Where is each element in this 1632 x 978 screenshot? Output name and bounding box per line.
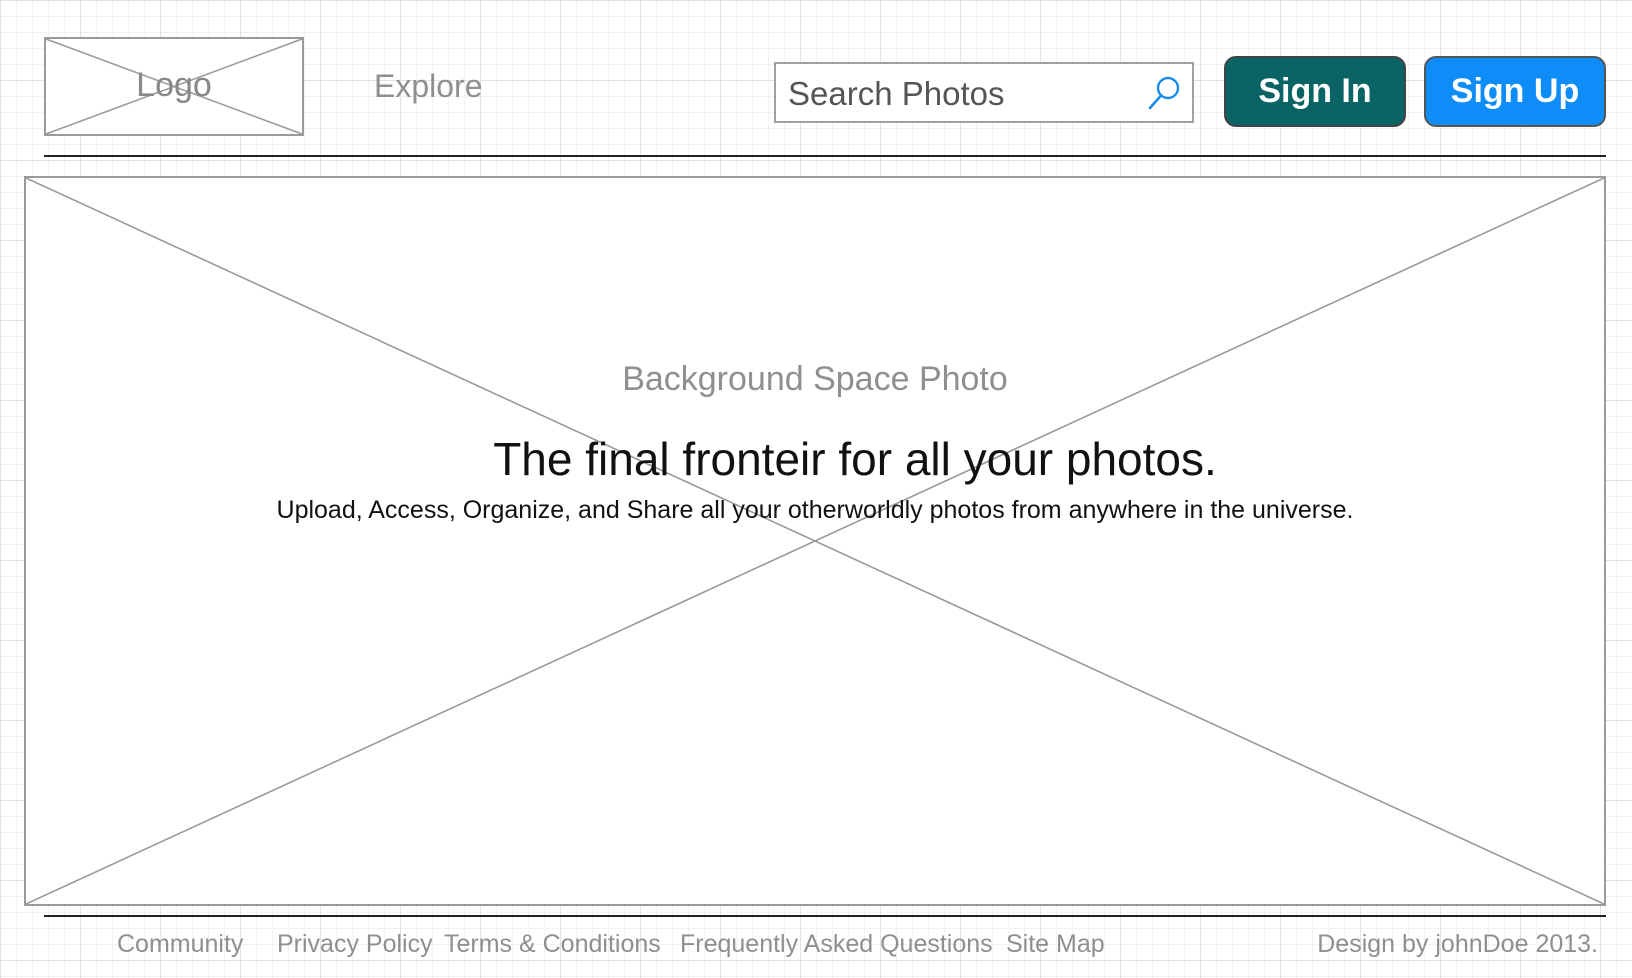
search-input[interactable]	[786, 70, 1145, 117]
footer-link-faq[interactable]: Frequently Asked Questions	[680, 930, 993, 959]
hero-image-placeholder: Background Space Photo The final frontei…	[24, 176, 1606, 906]
footer-link-site-map[interactable]: Site Map	[1006, 930, 1105, 959]
footer-link-terms[interactable]: Terms & Conditions	[444, 930, 661, 959]
hero-background-label: Background Space Photo	[622, 360, 1008, 398]
sign-up-button[interactable]: Sign Up	[1424, 56, 1606, 127]
logo-text: Logo	[136, 65, 212, 104]
nav-explore-link[interactable]: Explore	[374, 68, 483, 105]
footer-link-community[interactable]: Community	[117, 930, 243, 959]
search-box	[774, 62, 1194, 123]
header-divider	[44, 155, 1606, 157]
footer-link-privacy-policy[interactable]: Privacy Policy	[277, 930, 433, 959]
search-icon[interactable]	[1144, 73, 1184, 113]
footer-credit: Design by johnDoe 2013.	[1317, 930, 1598, 958]
placeholder-x-icon	[26, 178, 1604, 904]
hero-title: The final fronteir for all your photos.	[493, 433, 1217, 485]
hero-subtitle: Upload, Access, Organize, and Share all …	[276, 496, 1354, 524]
logo-placeholder[interactable]: Logo	[44, 37, 304, 136]
sign-in-button[interactable]: Sign In	[1224, 56, 1406, 127]
footer-divider	[44, 915, 1606, 917]
